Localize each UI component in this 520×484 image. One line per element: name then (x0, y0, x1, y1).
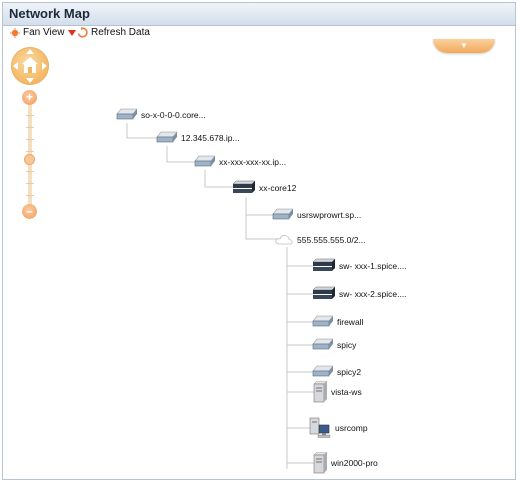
connector-lines (126, 123, 315, 469)
title-bar: Network Map (3, 3, 515, 26)
network-node[interactable]: vista-ws (313, 381, 362, 403)
router-icon (312, 338, 333, 350)
switch-stack-icon (312, 258, 335, 271)
fan-view-dropdown[interactable]: Fan View (10, 27, 76, 38)
network-node[interactable]: xx-core12 (231, 180, 296, 196)
network-node[interactable]: usrswprowrt.sp... (271, 208, 361, 222)
node-label: usrswprowrt.sp... (297, 210, 362, 220)
server-icon (313, 452, 327, 474)
cloud-icon (275, 235, 293, 245)
router-icon (312, 315, 333, 327)
node-label: 555.555.555.0/2... (297, 234, 366, 245)
window-title: Network Map (9, 6, 90, 21)
node-label: sw- xxx-2.spice.... (339, 289, 407, 299)
fan-view-icon (10, 27, 20, 38)
server-icon (313, 381, 327, 403)
fan-view-label: Fan View (23, 27, 65, 38)
workstation-icon (309, 417, 331, 438)
network-node[interactable]: sw- xxx-1.spice.... (311, 258, 407, 274)
node-label: spicy2 (337, 367, 362, 377)
node-label: sw- xxx-1.spice.... (339, 261, 407, 271)
network-node[interactable]: usrcomp (309, 417, 368, 439)
chevron-down-icon (67, 29, 76, 36)
network-map-window: Network Map Fan View Refresh Data ▼ + – … (2, 2, 516, 480)
network-node[interactable]: win2000-pro (313, 452, 378, 474)
network-node[interactable]: sw- xxx-2.spice.... (311, 286, 407, 302)
refresh-data-label: Refresh Data (91, 27, 150, 38)
map-canvas[interactable]: ▼ + – so-x-0-0-0.core... 12.345.678.ip..… (3, 39, 515, 479)
router-icon (272, 208, 293, 220)
node-label: firewall (337, 317, 364, 327)
router-icon (156, 131, 177, 143)
network-node[interactable]: so-x-0-0-0.core... (115, 108, 206, 122)
network-node[interactable]: spicy (311, 338, 356, 352)
router-icon (312, 365, 333, 377)
switch-stack-icon (312, 286, 335, 299)
network-node[interactable]: spicy2 (311, 365, 361, 379)
node-label: usrcomp (335, 423, 368, 433)
router-icon (116, 108, 137, 120)
router-icon (194, 155, 215, 167)
node-label: win2000-pro (331, 458, 378, 468)
network-node[interactable]: 555.555.555.0/2... (275, 234, 366, 245)
refresh-icon (77, 27, 88, 38)
refresh-data-button[interactable]: Refresh Data (77, 27, 150, 38)
node-label: spicy (337, 340, 357, 350)
node-label: xx-xxx-xxx-xx.ip... (219, 157, 287, 167)
network-node[interactable]: xx-xxx-xxx-xx.ip... (193, 155, 286, 169)
node-label: vista-ws (331, 387, 362, 397)
node-label: xx-core12 (259, 183, 297, 193)
network-node[interactable]: firewall (311, 315, 363, 329)
network-node[interactable]: 12.345.678.ip... (155, 131, 240, 145)
node-label: so-x-0-0-0.core... (141, 110, 206, 120)
node-label: 12.345.678.ip... (181, 133, 240, 143)
switch-stack-icon (232, 180, 255, 193)
